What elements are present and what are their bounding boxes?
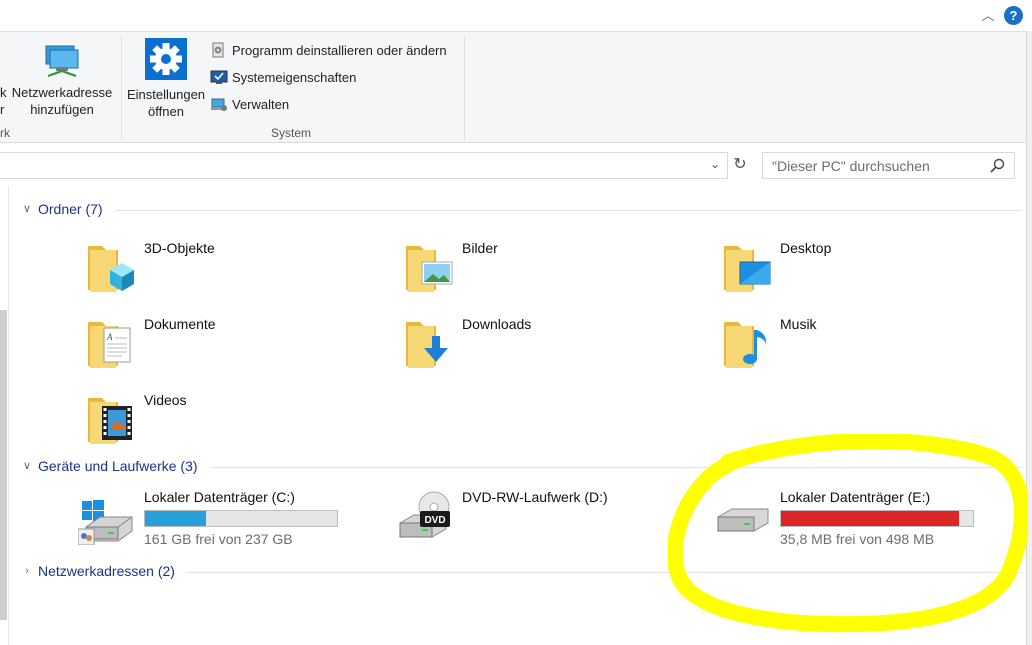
drive-name: Lokaler Datenträger (E:) (780, 489, 931, 505)
section-folders-header[interactable]: ∨ Ordner (7) (20, 199, 103, 219)
chevron-down-icon: ∨ (22, 460, 32, 472)
dvd-drive-icon: DVD (399, 491, 450, 538)
chevron-down-icon: ∨ (22, 203, 32, 215)
downloads-folder-icon (406, 322, 448, 368)
add-network-location-button[interactable]: Netzwerkadresse hinzufügen (10, 42, 114, 118)
folder-label: Downloads (462, 316, 532, 332)
drive-usage-bar (144, 510, 338, 527)
drive-free-space: 35,8 MB frei von 498 MB (780, 531, 935, 547)
collapse-ribbon-button[interactable]: ︿ (979, 7, 997, 25)
folder-tile-desktop[interactable]: Desktop (722, 240, 1022, 304)
section-network-header[interactable]: › Netzwerkadressen (2) (20, 561, 175, 581)
drive-tile-c[interactable]: Lokaler Datenträger (C:) 161 GB frei von… (78, 489, 398, 553)
refresh-button[interactable]: ↻ (731, 155, 749, 175)
videos-folder-icon (88, 398, 132, 444)
folder-label: 3D-Objekte (144, 240, 215, 256)
removable-drive-icon (717, 508, 769, 532)
pictures-folder-icon (406, 246, 453, 292)
folder-label: Bilder (462, 240, 498, 256)
search-icon[interactable] (990, 158, 1005, 173)
open-settings-button[interactable]: Einstellungen öffnen (125, 38, 207, 120)
uninstall-label: Programm deinstallieren oder ändern (232, 42, 447, 58)
add-network-label-line1: Netzwerkadresse (11, 85, 113, 100)
section-devices-header[interactable]: ∨ Geräte und Laufwerke (3) (20, 456, 198, 476)
drive-usage-fill (145, 511, 207, 526)
chevron-right-icon: › (25, 565, 29, 577)
system-properties-icon (210, 70, 228, 84)
3d-objects-folder-icon (88, 246, 134, 292)
drive-usage-fill (781, 511, 960, 526)
ribbon: k r Netzwerkadresse hinzufügen rk Einste… (0, 31, 1026, 143)
address-history-dropdown[interactable]: ⌄ (708, 157, 722, 171)
folder-tile-downloads[interactable]: Downloads (404, 316, 704, 380)
documents-folder-icon: A (88, 322, 131, 368)
music-folder-icon (724, 322, 767, 368)
system-group-label: System (271, 126, 312, 140)
folder-label: Desktop (780, 240, 832, 256)
drive-tile-d[interactable]: DVD DVD-RW-Laufwerk (D:) (396, 489, 716, 553)
folder-tile-music[interactable]: Musik (722, 316, 1022, 380)
search-box[interactable] (762, 152, 1015, 179)
settings-label-line2: öffnen (148, 104, 184, 119)
section-devices-label: Geräte und Laufwerke (3) (38, 458, 198, 474)
address-row: ⌄ ↻ (0, 149, 1026, 183)
manage-computer-icon (211, 98, 227, 111)
folder-tile-videos[interactable]: Videos (86, 392, 386, 456)
ribbon-group-separator (464, 36, 465, 140)
svg-text:A: A (106, 332, 113, 342)
section-divider (115, 210, 1022, 211)
manage-button[interactable]: Verwalten (210, 93, 289, 115)
folder-tile-pictures[interactable]: Bilder (404, 240, 704, 304)
manage-label: Verwalten (232, 96, 290, 112)
partial-ribbon-button[interactable]: k r (0, 84, 10, 118)
drive-tile-e[interactable]: Lokaler Datenträger (E:) 35,8 MB frei vo… (714, 489, 1032, 553)
section-divider (186, 572, 1022, 573)
system-properties-button[interactable]: Systemeigenschaften (210, 66, 356, 88)
drive-name: DVD-RW-Laufwerk (D:) (462, 489, 608, 505)
address-bar[interactable] (0, 152, 728, 179)
gear-icon (145, 38, 187, 80)
add-network-label-line2: hinzufügen (30, 102, 94, 117)
dvd-badge-label: DVD (424, 515, 445, 526)
section-divider (212, 467, 1022, 468)
title-strip: ︿ ? (0, 0, 1032, 31)
uninstall-icon (212, 42, 224, 58)
folder-label: Dokumente (144, 316, 216, 332)
help-button[interactable]: ? (1004, 6, 1023, 25)
section-network-label: Netzwerkadressen (2) (38, 563, 175, 579)
drive-free-space: 161 GB frei von 237 GB (144, 531, 293, 547)
drive-usage-bar (780, 510, 974, 527)
folder-tile-3d-objects[interactable]: 3D-Objekte (86, 240, 386, 304)
folder-label: Videos (144, 392, 187, 408)
partial-ribbon-sub: r (0, 102, 5, 117)
system-properties-label: Systemeigenschaften (232, 69, 357, 85)
uninstall-program-button[interactable]: Programm deinstallieren oder ändern (210, 39, 447, 61)
folder-label: Musik (780, 316, 817, 332)
partial-ribbon-label: k (0, 85, 7, 100)
ribbon-group-separator (121, 36, 122, 140)
network-location-icon (45, 45, 79, 77)
settings-label-line1: Einstellungen (126, 87, 206, 102)
drive-name: Lokaler Datenträger (C:) (144, 489, 295, 505)
search-input[interactable] (763, 153, 978, 178)
folder-tile-documents[interactable]: A Dokumente (86, 316, 386, 380)
windows-system-drive-icon (78, 500, 133, 545)
network-group-label: rk (0, 126, 10, 140)
navigation-pane-scrollbar[interactable] (0, 310, 7, 620)
section-folders-label: Ordner (7) (38, 201, 103, 217)
desktop-folder-icon (724, 246, 771, 292)
